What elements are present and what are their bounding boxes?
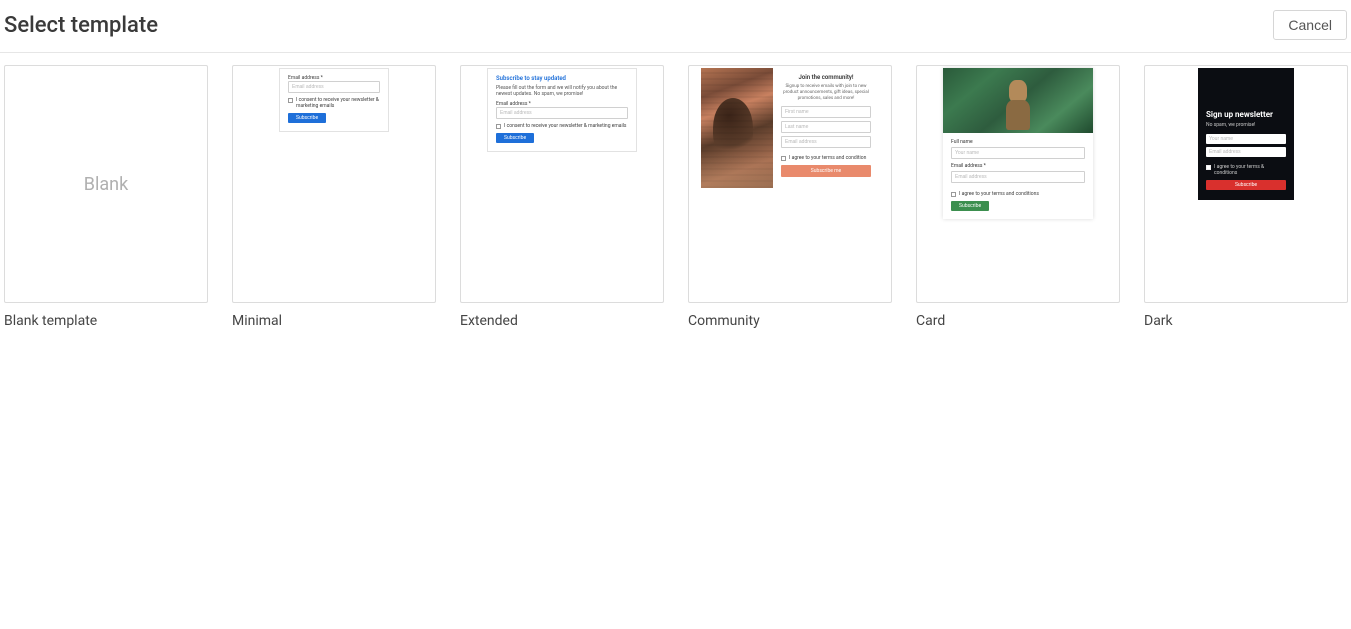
preview-consent-row: I agree to your terms and conditions	[951, 191, 1085, 197]
preview-consent-row: I agree to your terms and condition	[781, 155, 871, 161]
preview-form: Full name Email address * I agree to you…	[943, 133, 1093, 219]
template-card-card[interactable]: Full name Email address * I agree to you…	[916, 65, 1120, 303]
template-item-blank: Blank Blank template	[4, 65, 208, 329]
cancel-button[interactable]: Cancel	[1273, 10, 1347, 40]
template-item-extended: Subscribe to stay updated Please fill ou…	[460, 65, 664, 329]
template-item-dark: Sign up newsletter No spam, we promise! …	[1144, 65, 1348, 329]
blank-thumb-text: Blank	[84, 174, 128, 195]
template-card-minimal[interactable]: Email address * I consent to receive you…	[232, 65, 436, 303]
checkbox-icon	[1206, 165, 1211, 170]
preview-name-input	[1206, 134, 1286, 144]
preview-desc: Signup to receive emails with join to ne…	[781, 84, 871, 102]
preview-image	[943, 68, 1093, 133]
preview-form: Join the community! Signup to receive em…	[773, 68, 879, 188]
preview-email-label: Email address *	[951, 163, 1085, 169]
template-card-blank[interactable]: Blank	[4, 65, 208, 303]
template-label: Extended	[460, 313, 664, 329]
preview-card: Full name Email address * I agree to you…	[943, 68, 1093, 219]
preview-community: Join the community! Signup to receive em…	[701, 68, 879, 188]
preview-name-input	[951, 147, 1085, 159]
preview-consent-text: I consent to receive your newsletter & m…	[504, 123, 627, 129]
preview-email-input	[1206, 147, 1286, 157]
preview-email-input	[496, 107, 628, 119]
preview-subscribe-button: Subscribe me	[781, 165, 871, 177]
preview-consent-text: I agree to your terms and conditions	[959, 191, 1039, 197]
preview-consent-row: I consent to receive your newsletter & m…	[288, 97, 380, 109]
preview-subscribe-button: Subscribe	[496, 133, 534, 143]
preview-consent-text: I agree to your terms and condition	[789, 155, 866, 161]
preview-consent-text: I consent to receive your newsletter & m…	[296, 97, 380, 109]
template-label: Blank template	[4, 313, 208, 329]
template-label: Dark	[1144, 313, 1348, 329]
preview-extended: Subscribe to stay updated Please fill ou…	[487, 68, 637, 152]
template-card-extended[interactable]: Subscribe to stay updated Please fill ou…	[460, 65, 664, 303]
preview-image	[701, 68, 773, 188]
template-item-community: Join the community! Signup to receive em…	[688, 65, 892, 329]
preview-name-label: Full name	[951, 139, 1085, 145]
preview-minimal: Email address * I consent to receive you…	[279, 68, 389, 132]
preview-subscribe-button: Subscribe	[1206, 180, 1286, 190]
preview-sub: No spam, we promise!	[1206, 122, 1286, 128]
preview-dark: Sign up newsletter No spam, we promise! …	[1198, 68, 1294, 200]
preview-title: Subscribe to stay updated	[496, 75, 628, 82]
template-card-community[interactable]: Join the community! Signup to receive em…	[688, 65, 892, 303]
checkbox-icon	[951, 192, 956, 197]
preview-email-input	[781, 136, 871, 148]
preview-subscribe-button: Subscribe	[288, 113, 326, 123]
template-grid: Blank Blank template Email address * I c…	[0, 53, 1351, 329]
template-item-card: Full name Email address * I agree to you…	[916, 65, 1120, 329]
checkbox-icon	[781, 156, 786, 161]
template-label: Minimal	[232, 313, 436, 329]
template-label: Card	[916, 313, 1120, 329]
preview-email-input	[288, 81, 380, 93]
preview-email-input	[951, 171, 1085, 183]
template-card-dark[interactable]: Sign up newsletter No spam, we promise! …	[1144, 65, 1348, 303]
preview-consent-row: I consent to receive your newsletter & m…	[496, 123, 628, 129]
page-title: Select template	[4, 13, 158, 38]
page-header: Select template Cancel	[0, 0, 1351, 53]
preview-title: Sign up newsletter	[1206, 110, 1286, 119]
preview-first-input	[781, 106, 871, 118]
preview-consent-row: I agree to your terms & conditions	[1206, 164, 1286, 176]
preview-title: Join the community!	[781, 74, 871, 81]
preview-subscribe-button: Subscribe	[951, 201, 989, 211]
template-label: Community	[688, 313, 892, 329]
preview-last-input	[781, 121, 871, 133]
checkbox-icon	[496, 124, 501, 129]
preview-consent-text: I agree to your terms & conditions	[1214, 164, 1286, 176]
preview-desc: Please fill out the form and we will not…	[496, 85, 628, 97]
template-item-minimal: Email address * I consent to receive you…	[232, 65, 436, 329]
checkbox-icon	[288, 98, 293, 103]
